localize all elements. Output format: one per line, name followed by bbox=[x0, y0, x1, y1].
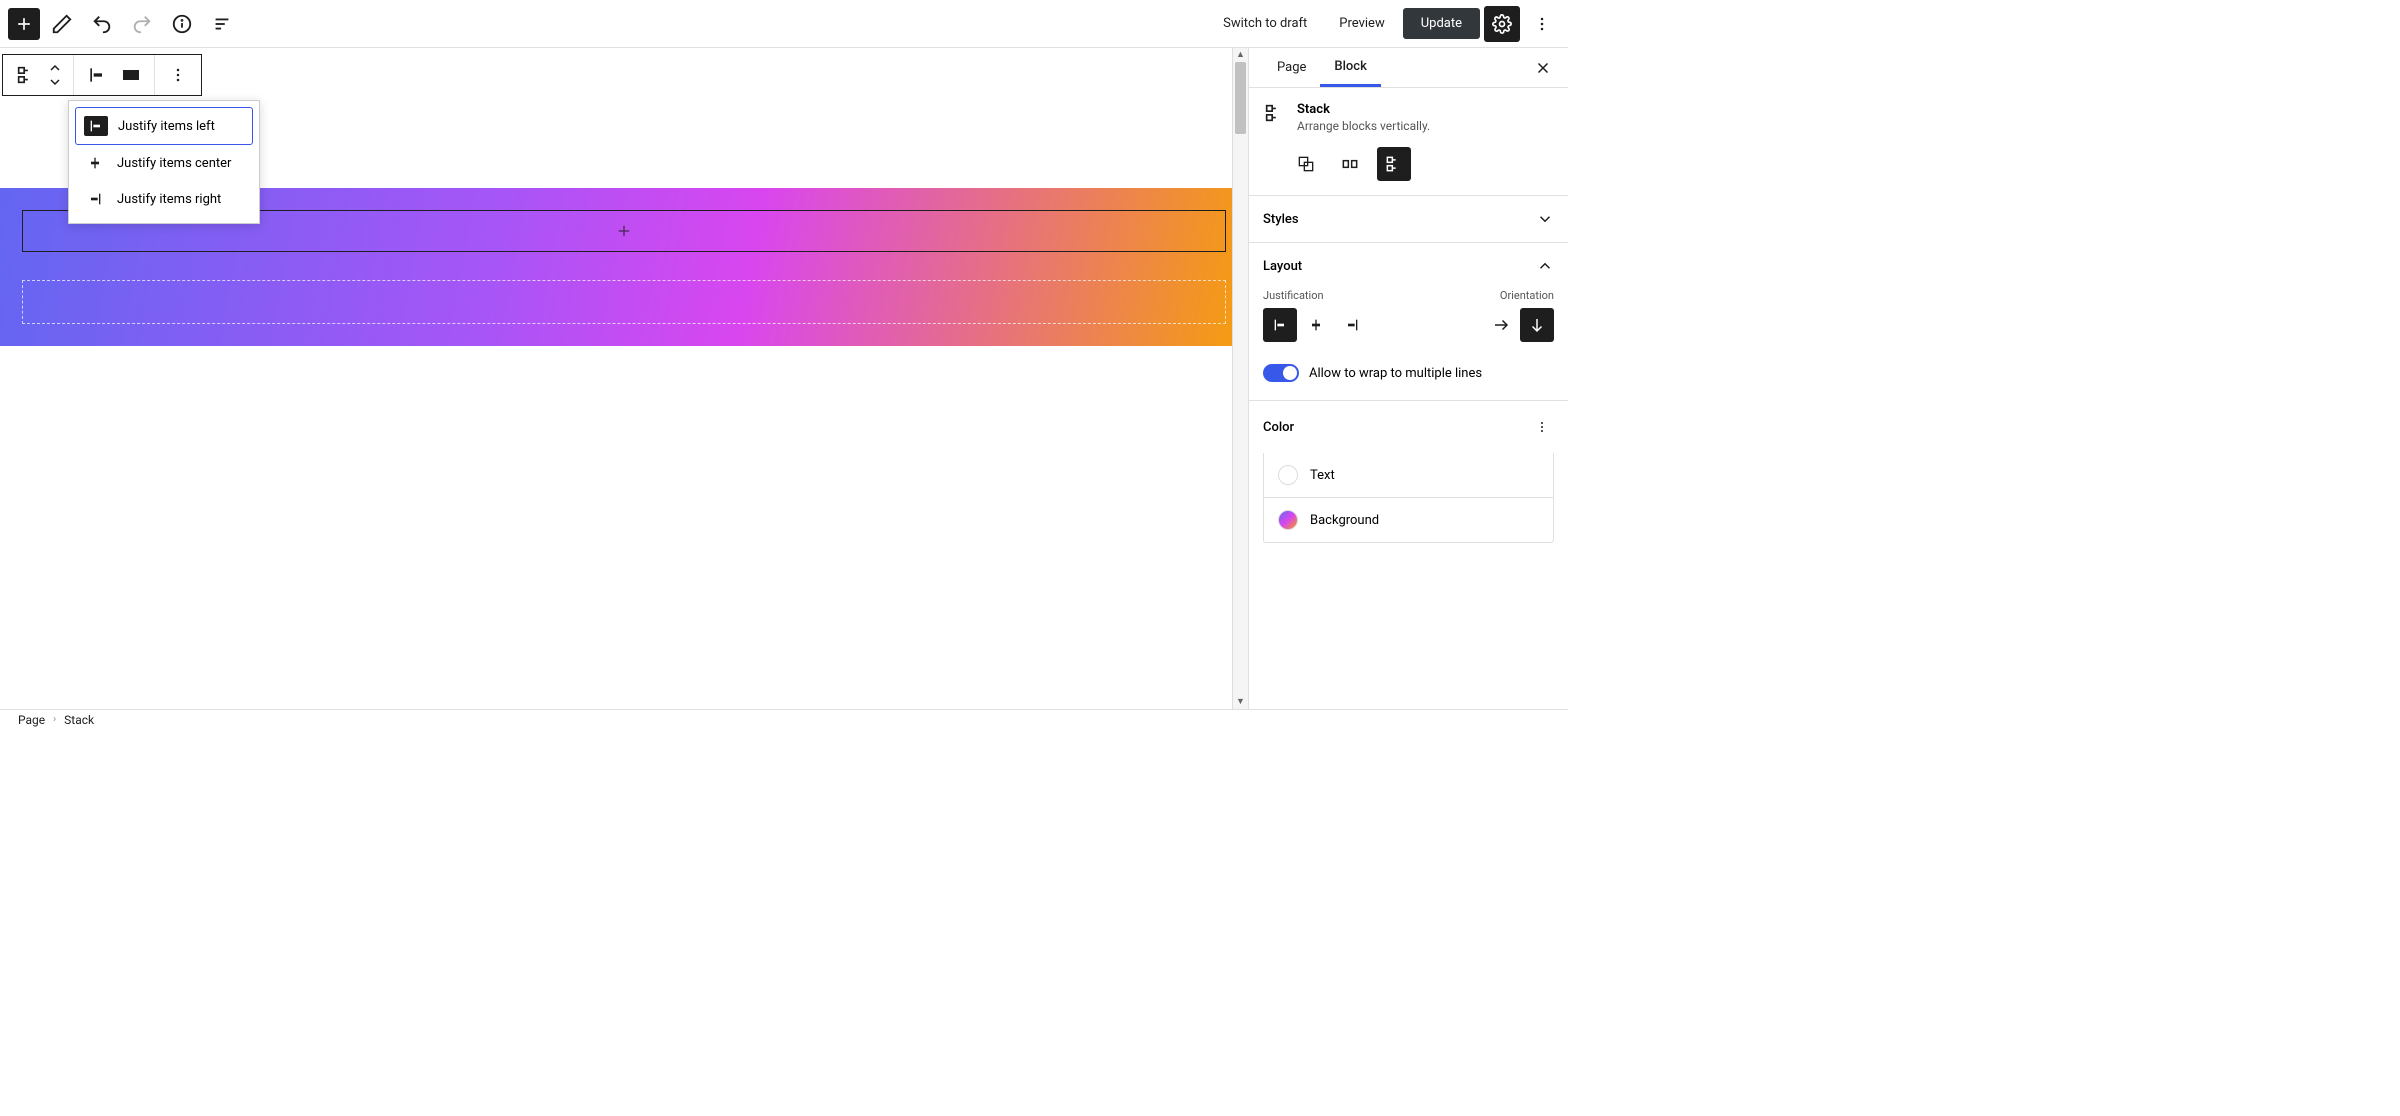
block-title: Stack bbox=[1297, 102, 1430, 117]
color-panel-options-button[interactable] bbox=[1530, 415, 1554, 439]
justify-right-icon bbox=[83, 189, 107, 209]
edit-mode-button[interactable] bbox=[44, 6, 80, 42]
styles-panel: Styles bbox=[1249, 195, 1568, 242]
wrap-toggle-row: Allow to wrap to multiple lines bbox=[1249, 350, 1568, 400]
block-placeholder[interactable] bbox=[22, 280, 1226, 324]
block-variations bbox=[1249, 143, 1568, 195]
dropdown-item-label: Justify items left bbox=[118, 119, 215, 134]
color-row-label: Background bbox=[1310, 513, 1379, 528]
panel-title: Styles bbox=[1263, 212, 1299, 227]
block-description: Arrange blocks vertically. bbox=[1297, 119, 1430, 133]
tab-page[interactable]: Page bbox=[1263, 50, 1320, 85]
color-panel: Color Text Background bbox=[1249, 400, 1568, 543]
justification-buttons bbox=[1263, 308, 1369, 342]
orientation-horizontal-button[interactable] bbox=[1484, 308, 1518, 342]
breadcrumb-separator-icon: › bbox=[53, 714, 56, 725]
variation-row-button[interactable] bbox=[1333, 147, 1367, 181]
align-full-button[interactable] bbox=[114, 58, 148, 92]
toolbar-right-group: Switch to draft Preview Update bbox=[1209, 6, 1560, 42]
settings-button[interactable] bbox=[1484, 6, 1520, 42]
scroll-thumb[interactable] bbox=[1235, 62, 1246, 134]
background-color-swatch bbox=[1278, 510, 1298, 530]
chevron-down-icon bbox=[1536, 210, 1554, 228]
close-sidebar-button[interactable] bbox=[1528, 53, 1558, 83]
orientation-label: Orientation bbox=[1500, 289, 1554, 302]
dropdown-justify-right[interactable]: Justify items right bbox=[75, 181, 253, 217]
undo-button[interactable] bbox=[84, 6, 120, 42]
redo-button[interactable] bbox=[124, 6, 160, 42]
breadcrumb-root[interactable]: Page bbox=[18, 713, 45, 727]
settings-sidebar: Page Block Stack Arrange blocks vertical… bbox=[1248, 48, 1568, 709]
dropdown-item-label: Justify items center bbox=[117, 156, 231, 171]
scroll-down-arrow[interactable]: ▼ bbox=[1233, 695, 1248, 709]
variation-stack-button[interactable] bbox=[1377, 147, 1411, 181]
switch-to-draft-button[interactable]: Switch to draft bbox=[1209, 8, 1321, 39]
block-type-group bbox=[3, 55, 74, 95]
tab-block[interactable]: Block bbox=[1320, 49, 1380, 87]
justify-dropdown-button[interactable] bbox=[80, 58, 114, 92]
move-down-button[interactable] bbox=[43, 75, 67, 89]
toolbar-left-group bbox=[8, 6, 240, 42]
top-toolbar: Switch to draft Preview Update bbox=[0, 0, 1568, 48]
color-row-label: Text bbox=[1310, 468, 1335, 483]
justification-label: Justification bbox=[1263, 289, 1369, 302]
preview-button[interactable]: Preview bbox=[1325, 8, 1398, 39]
justify-center-button[interactable] bbox=[1299, 308, 1333, 342]
list-view-button[interactable] bbox=[204, 6, 240, 42]
layout-panel-toggle[interactable]: Layout bbox=[1249, 243, 1568, 289]
layout-panel: Layout Justification bbox=[1249, 242, 1568, 400]
justify-dropdown-menu: Justify items left Justify items center … bbox=[68, 100, 260, 224]
editor-scrollbar[interactable]: ▲ ▼ bbox=[1232, 48, 1248, 709]
chevron-up-icon bbox=[1536, 257, 1554, 275]
justify-center-icon bbox=[83, 153, 107, 173]
justify-right-button[interactable] bbox=[1335, 308, 1369, 342]
breadcrumb-current[interactable]: Stack bbox=[64, 713, 94, 727]
document-info-button[interactable] bbox=[164, 6, 200, 42]
wrap-toggle[interactable] bbox=[1263, 364, 1299, 382]
block-align-group bbox=[74, 55, 155, 95]
text-color-swatch bbox=[1278, 465, 1298, 485]
styles-panel-toggle[interactable]: Styles bbox=[1249, 196, 1568, 242]
orientation-vertical-button[interactable] bbox=[1520, 308, 1554, 342]
wrap-toggle-label: Allow to wrap to multiple lines bbox=[1309, 366, 1482, 381]
sidebar-tabs: Page Block bbox=[1249, 48, 1568, 88]
panel-title: Color bbox=[1263, 420, 1294, 435]
justify-left-button[interactable] bbox=[1263, 308, 1297, 342]
justify-left-icon bbox=[84, 116, 108, 136]
dropdown-justify-left[interactable]: Justify items left bbox=[75, 107, 253, 145]
scroll-up-arrow[interactable]: ▲ bbox=[1233, 48, 1248, 62]
orientation-buttons bbox=[1484, 308, 1554, 342]
block-info-section: Stack Arrange blocks vertically. bbox=[1249, 88, 1568, 143]
block-movers bbox=[43, 61, 67, 89]
block-more-group bbox=[155, 55, 201, 95]
panel-title: Layout bbox=[1263, 259, 1302, 274]
color-text-row[interactable]: Text bbox=[1263, 453, 1554, 498]
color-panel-header[interactable]: Color bbox=[1249, 401, 1568, 453]
add-block-button[interactable] bbox=[8, 8, 40, 40]
move-up-button[interactable] bbox=[43, 61, 67, 75]
stack-icon bbox=[1263, 102, 1285, 133]
breadcrumb: Page › Stack bbox=[0, 709, 1568, 729]
dropdown-item-label: Justify items right bbox=[117, 192, 221, 207]
update-button[interactable]: Update bbox=[1403, 8, 1480, 39]
block-options-button[interactable] bbox=[161, 58, 195, 92]
color-background-row[interactable]: Background bbox=[1263, 498, 1554, 543]
dropdown-justify-center[interactable]: Justify items center bbox=[75, 145, 253, 181]
block-toolbar bbox=[2, 54, 202, 96]
variation-group-button[interactable] bbox=[1289, 147, 1323, 181]
block-type-button[interactable] bbox=[9, 58, 43, 92]
options-menu-button[interactable] bbox=[1524, 6, 1560, 42]
